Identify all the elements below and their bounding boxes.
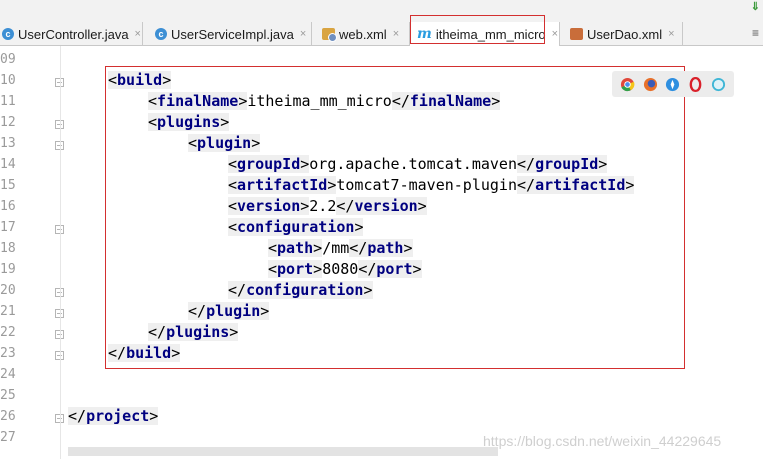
line-number: 13	[0, 136, 16, 151]
browser-preview-toolbar	[612, 71, 734, 97]
close-icon[interactable]: ×	[668, 28, 674, 40]
tab-usercontroller[interactable]: c UserController.java ×	[0, 22, 143, 46]
class-icon: c	[155, 28, 167, 40]
line-number: 17	[0, 220, 16, 235]
tab-label: UserController.java	[18, 26, 129, 42]
xml-icon	[570, 28, 583, 40]
line-number: 20	[0, 283, 16, 298]
gutter-separator	[60, 46, 61, 459]
safari-icon[interactable]	[665, 77, 680, 92]
editor-tab-bar: ⇓ c UserController.java × c UserServiceI…	[0, 0, 763, 46]
horizontal-scrollbar[interactable]	[68, 447, 498, 456]
close-icon[interactable]: ×	[300, 28, 306, 40]
tab-label: web.xml	[339, 26, 387, 42]
line-number: 27	[0, 430, 16, 445]
tab-label: UserServiceImpl.java	[171, 26, 294, 42]
line-number: 26	[0, 409, 16, 424]
line-number: 09	[0, 52, 16, 67]
class-icon: c	[2, 28, 14, 40]
build-section-highlight	[105, 66, 685, 369]
line-number-gutter: 09 10 11 12 13 14 15 16 17 18 19 20 21 2…	[0, 46, 64, 459]
line-number: 10	[0, 73, 16, 88]
line-number: 25	[0, 388, 16, 403]
line-number: 23	[0, 346, 16, 361]
chrome-icon[interactable]	[620, 77, 635, 92]
firefox-icon[interactable]	[643, 77, 658, 92]
line-number: 18	[0, 241, 16, 256]
line-number: 22	[0, 325, 16, 340]
line-number: 19	[0, 262, 16, 277]
xml-tag: project	[86, 407, 150, 425]
close-icon[interactable]: ×	[393, 28, 399, 40]
tab-overflow-icon[interactable]: ≡	[752, 26, 759, 40]
tab-userserviceimpl[interactable]: c UserServiceImpl.java ×	[143, 22, 312, 46]
line-number: 14	[0, 157, 16, 172]
line-number: 21	[0, 304, 16, 319]
line-number: 11	[0, 94, 16, 109]
line-number: 15	[0, 178, 16, 193]
ie-icon[interactable]	[711, 77, 726, 92]
tab-label: UserDao.xml	[587, 26, 663, 42]
line-number: 16	[0, 199, 16, 214]
tab-userdao-xml[interactable]: UserDao.xml ×	[560, 22, 683, 46]
download-arrow-icon[interactable]: ⇓	[751, 0, 760, 13]
tab-web-xml[interactable]: web.xml ×	[312, 22, 410, 46]
watermark-text: https://blog.csdn.net/weixin_44229645	[483, 433, 722, 449]
line-number: 12	[0, 115, 16, 130]
close-icon[interactable]: ×	[552, 28, 558, 40]
line-number: 24	[0, 367, 16, 382]
close-icon[interactable]: ×	[135, 28, 141, 40]
active-tab-highlight	[410, 15, 545, 44]
code-line: </project>	[68, 407, 159, 425]
xml-icon	[322, 28, 337, 42]
opera-icon[interactable]	[688, 76, 703, 92]
